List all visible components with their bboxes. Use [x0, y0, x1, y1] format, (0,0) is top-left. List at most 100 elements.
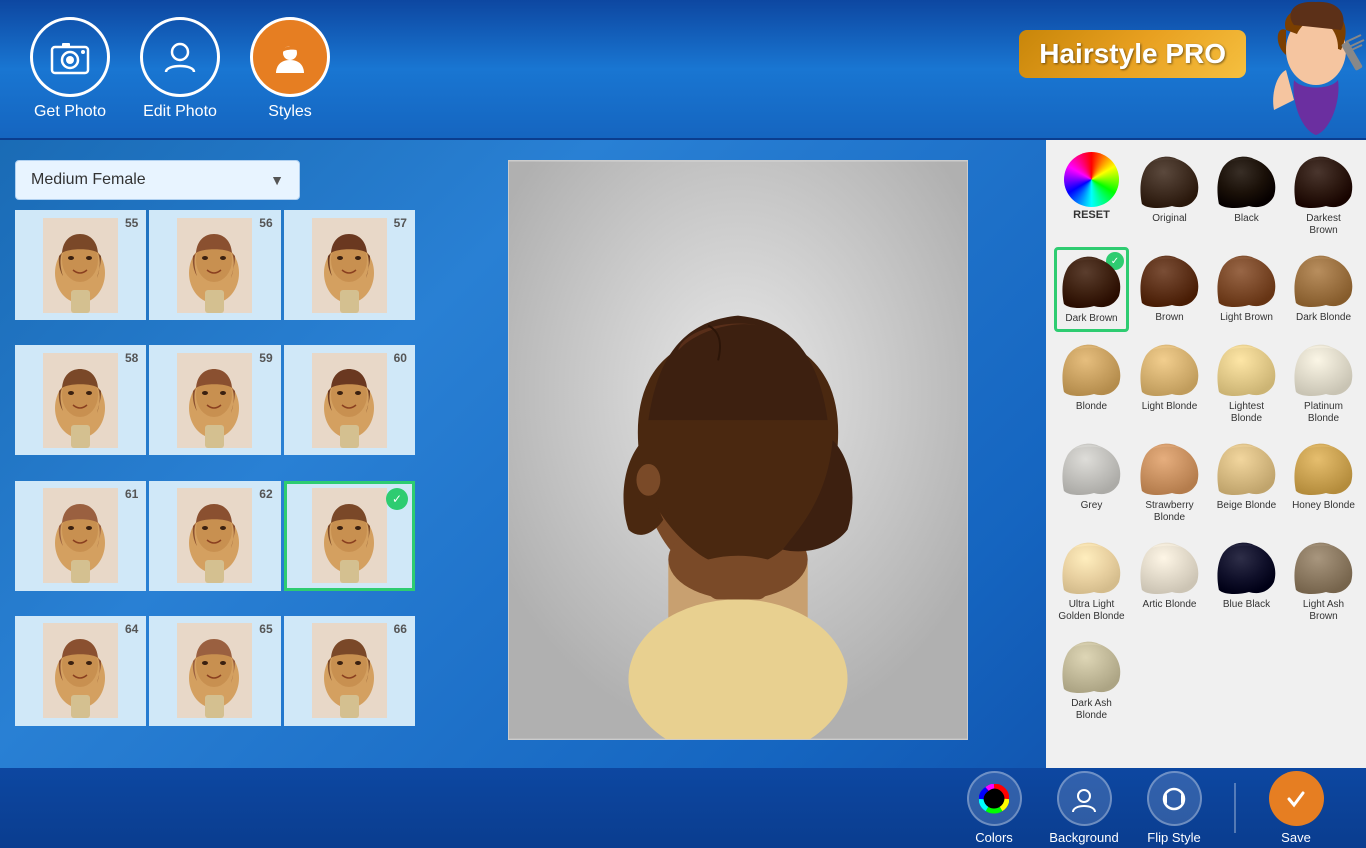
color-swatch-lightest-blonde [1214, 342, 1279, 397]
background-icon [1057, 771, 1112, 826]
flip-style-button[interactable]: Flip Style [1134, 771, 1214, 845]
color-swatch-honey-blonde [1291, 441, 1356, 496]
style-preview-svg [312, 488, 387, 583]
color-item-artic-blonde[interactable]: Artic Blonde [1133, 534, 1206, 629]
brand-illustration [1186, 0, 1366, 140]
center-panel [430, 140, 1046, 768]
color-item-dark-blonde[interactable]: Dark Blonde [1287, 247, 1360, 332]
color-swatch-light-brown [1214, 253, 1279, 308]
color-swatch-original [1137, 154, 1202, 209]
save-button[interactable]: Save [1256, 771, 1336, 845]
colors-label: Colors [975, 830, 1013, 845]
color-swatch-grey [1059, 441, 1124, 496]
color-swatch-black [1214, 154, 1279, 209]
color-label-original: Original [1152, 213, 1186, 225]
style-number: 65 [259, 622, 272, 636]
color-item-darkest-brown[interactable]: Darkest Brown [1287, 148, 1360, 243]
color-item-strawberry-blonde[interactable]: Strawberry Blonde [1133, 435, 1206, 530]
color-label-strawberry-blonde: Strawberry Blonde [1137, 500, 1202, 524]
color-swatch-light-blonde [1137, 342, 1202, 397]
colors-button[interactable]: Colors [954, 771, 1034, 845]
style-item-62[interactable]: 62 [149, 481, 280, 591]
color-item-ultra-light-golden[interactable]: Ultra Light Golden Blonde [1054, 534, 1129, 629]
color-swatch-blue-black [1214, 540, 1279, 595]
flip-style-label: Flip Style [1147, 830, 1200, 845]
color-label-lightest-blonde: Lightest Blonde [1214, 401, 1279, 425]
color-item-lightest-blonde[interactable]: Lightest Blonde [1210, 336, 1283, 431]
style-item-66[interactable]: 66 [284, 616, 415, 726]
color-item-blonde[interactable]: Blonde [1054, 336, 1129, 431]
color-item-light-ash-brown[interactable]: Light Ash Brown [1287, 534, 1360, 629]
color-label-blue-black: Blue Black [1223, 599, 1270, 611]
style-preview-svg [312, 353, 387, 448]
save-icon [1269, 771, 1324, 826]
nav-edit-photo[interactable]: Edit Photo [140, 17, 220, 121]
color-label-dark-ash-blonde: Dark Ash Blonde [1058, 698, 1125, 722]
color-label-platinum-blonde: Platinum Blonde [1291, 401, 1356, 425]
styles-label: Styles [268, 103, 312, 121]
style-preview-svg [43, 353, 118, 448]
style-number: 59 [259, 351, 272, 365]
style-preview-svg [312, 623, 387, 718]
color-item-honey-blonde[interactable]: Honey Blonde [1287, 435, 1360, 530]
style-number: 55 [125, 216, 138, 230]
style-item-58[interactable]: 58 [15, 345, 146, 455]
style-item-60[interactable]: 60 [284, 345, 415, 455]
color-label-blonde: Blonde [1076, 401, 1107, 413]
style-item-59[interactable]: 59 [149, 345, 280, 455]
main-content: Medium Female ▼ 55 56 [0, 140, 1366, 768]
style-item-65[interactable]: 65 [149, 616, 280, 726]
color-item-platinum-blonde[interactable]: Platinum Blonde [1287, 336, 1360, 431]
color-swatch-dark-blonde [1291, 253, 1356, 308]
style-item-56[interactable]: 56 [149, 210, 280, 320]
color-item-blue-black[interactable]: Blue Black [1210, 534, 1283, 629]
footer-divider [1234, 783, 1236, 833]
style-preview-svg [43, 218, 118, 313]
style-item-55[interactable]: 55 [15, 210, 146, 320]
style-item-57[interactable]: 57 [284, 210, 415, 320]
color-label-dark-brown: Dark Brown [1065, 313, 1117, 325]
reset-swatch [1064, 152, 1119, 207]
footer: Colors Background Flip Style [0, 768, 1366, 848]
color-label-beige-blonde: Beige Blonde [1217, 500, 1277, 512]
edit-photo-label: Edit Photo [143, 103, 217, 121]
color-item-brown[interactable]: Brown [1133, 247, 1206, 332]
preview-image [508, 160, 968, 740]
color-item-black[interactable]: Black [1210, 148, 1283, 243]
style-item-64[interactable]: 64 [15, 616, 146, 726]
style-number: 62 [259, 487, 272, 501]
color-label-brown: Brown [1155, 312, 1183, 324]
dropdown-display[interactable]: Medium Female ▼ [15, 160, 300, 200]
save-label: Save [1281, 830, 1311, 845]
color-item-beige-blonde[interactable]: Beige Blonde [1210, 435, 1283, 530]
color-label-black: Black [1234, 213, 1258, 225]
style-preview-svg [177, 488, 252, 583]
reset-color-button[interactable]: RESET [1054, 148, 1129, 243]
style-number: 66 [394, 622, 407, 636]
style-number: 57 [394, 216, 407, 230]
style-number: 56 [259, 216, 272, 230]
color-label-artic-blonde: Artic Blonde [1143, 599, 1197, 611]
color-item-dark-brown[interactable]: ✓ Dark Brown [1054, 247, 1129, 332]
color-item-light-brown[interactable]: Light Brown [1210, 247, 1283, 332]
style-preview-svg [177, 218, 252, 313]
color-swatch-dark-brown [1059, 254, 1124, 309]
style-item-63[interactable]: ✓ [284, 481, 415, 591]
color-label-light-blonde: Light Blonde [1142, 401, 1198, 413]
style-preview-svg [312, 218, 387, 313]
color-label-dark-blonde: Dark Blonde [1296, 312, 1351, 324]
nav-styles[interactable]: Styles [250, 17, 330, 121]
color-item-light-blonde[interactable]: Light Blonde [1133, 336, 1206, 431]
style-item-61[interactable]: 61 [15, 481, 146, 591]
color-item-original[interactable]: Original [1133, 148, 1206, 243]
nav-get-photo[interactable]: Get Photo [30, 17, 110, 121]
color-item-grey[interactable]: Grey [1054, 435, 1129, 530]
color-item-dark-ash-blonde[interactable]: Dark Ash Blonde [1054, 633, 1129, 728]
style-number: 60 [394, 351, 407, 365]
color-swatch-blonde [1059, 342, 1124, 397]
background-button[interactable]: Background [1044, 771, 1124, 845]
style-category-dropdown[interactable]: Medium Female ▼ [15, 160, 415, 200]
edit-photo-icon [140, 17, 220, 97]
get-photo-label: Get Photo [34, 103, 106, 121]
style-preview-svg [43, 488, 118, 583]
